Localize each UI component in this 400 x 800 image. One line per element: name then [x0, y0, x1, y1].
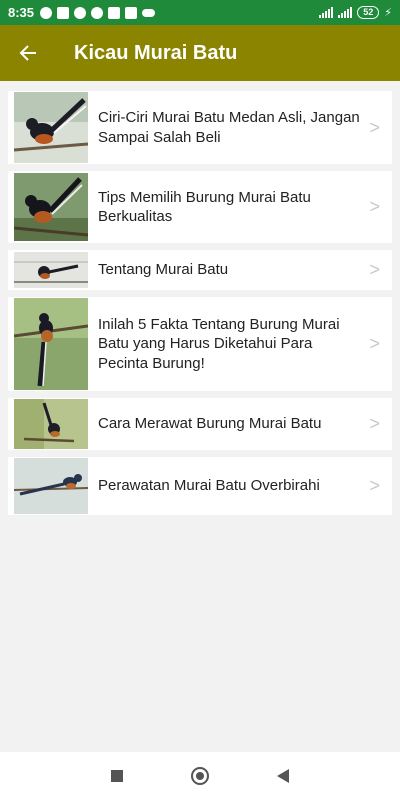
list-item[interactable]: Inilah 5 Fakta Tentang Burung Murai Batu… [8, 297, 392, 391]
trash-icon [108, 6, 121, 19]
chevron-right-icon: > [369, 413, 380, 434]
list-item[interactable]: Perawatan Murai Batu Overbirahi > [8, 457, 392, 515]
chevron-right-icon: > [369, 259, 380, 280]
facebook-icon [40, 6, 53, 19]
app-bar: Kicau Murai Batu [0, 25, 400, 81]
chevron-right-icon: > [369, 475, 380, 496]
list-item[interactable]: Tips Memilih Burung Murai Batu Berkualit… [8, 171, 392, 243]
article-title: Ciri-Ciri Murai Batu Medan Asli, Jangan … [98, 109, 360, 146]
status-right: 52 ⚡ [319, 6, 392, 19]
hand-icon [125, 6, 138, 19]
list-item[interactable]: Ciri-Ciri Murai Batu Medan Asli, Jangan … [8, 91, 392, 164]
charging-icon: ⚡ [384, 7, 392, 19]
arrow-left-icon [19, 45, 36, 61]
instagram-icon [57, 6, 70, 19]
bird-thumbnail [14, 399, 88, 449]
article-title: Perawatan Murai Batu Overbirahi [98, 477, 320, 495]
signal-icon [319, 7, 334, 18]
status-bar: 8:35 52 ⚡ [0, 0, 400, 25]
article-list: Ciri-Ciri Murai Batu Medan Asli, Jangan … [8, 91, 392, 522]
back-button[interactable] [0, 25, 56, 81]
bird-thumbnail [14, 173, 88, 241]
battery-icon: 52 [357, 6, 380, 19]
article-title: Tips Memilih Burung Murai Batu Berkualit… [98, 188, 311, 226]
chevron-right-icon: > [369, 333, 380, 354]
recents-icon[interactable] [111, 770, 123, 782]
p-icon [91, 6, 104, 19]
bird-thumbnail [14, 252, 88, 288]
list-item[interactable]: Tentang Murai Batu > [8, 250, 392, 290]
chevron-right-icon: > [369, 196, 380, 217]
status-time: 8:35 [8, 5, 35, 20]
system-nav-bar [0, 752, 400, 800]
chevron-right-icon: > [369, 117, 380, 137]
bird-thumbnail [14, 458, 88, 514]
article-title: Cara Merawat Burung Murai Batu [98, 415, 322, 433]
signal-icon-2 [338, 7, 353, 18]
bird-thumbnail [14, 298, 88, 390]
home-icon[interactable] [191, 767, 209, 785]
bird-thumbnail [14, 92, 88, 163]
list-item[interactable]: Cara Merawat Burung Murai Batu > [8, 398, 392, 450]
cloud-icon [142, 8, 156, 17]
notification-icons [40, 6, 156, 19]
article-title: Inilah 5 Fakta Tentang Burung Murai Batu… [98, 315, 340, 372]
page-title: Kicau Murai Batu [74, 41, 238, 64]
article-title: Tentang Murai Batu [98, 261, 229, 279]
app-icon [74, 6, 87, 19]
back-icon[interactable] [277, 769, 289, 783]
